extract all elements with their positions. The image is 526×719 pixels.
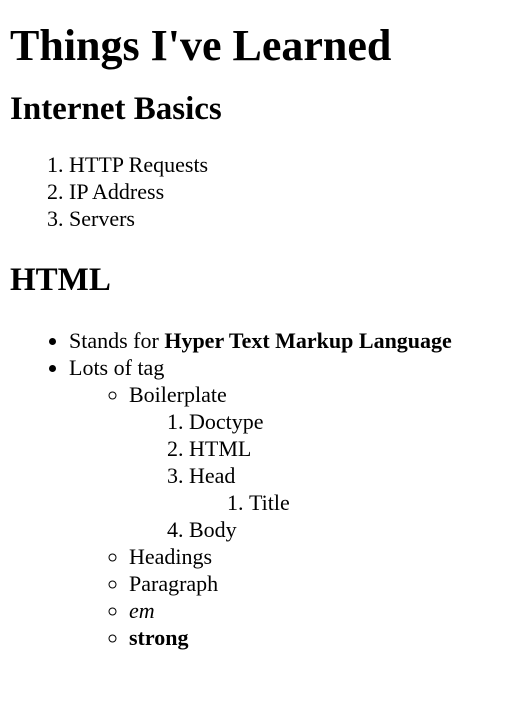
section-heading-internet-basics: Internet Basics [10, 91, 222, 127]
section-heading-html: HTML [10, 262, 111, 298]
list-item: Servers [69, 205, 516, 232]
list-item: strong [129, 624, 516, 651]
head-list: Title [189, 489, 516, 516]
list-item-text: Head [189, 463, 236, 488]
list-item-text: Boilerplate [129, 382, 227, 407]
em-text: em [129, 598, 155, 623]
boilerplate-list: Doctype HTML Head Title Body [129, 408, 516, 543]
html-list: Stands for Hyper Text Markup Language Lo… [10, 327, 516, 651]
page-title: Things I've Learned [10, 21, 392, 70]
list-item: Stands for Hyper Text Markup Language [69, 327, 516, 354]
tags-list: Boilerplate Doctype HTML Head Title Body… [69, 381, 516, 651]
internet-basics-list: HTTP Requests IP Address Servers [10, 151, 516, 232]
list-item: em [129, 597, 516, 624]
list-item: Head Title [189, 462, 516, 516]
list-item: Doctype [189, 408, 516, 435]
list-item: HTML [189, 435, 516, 462]
list-item: Title [249, 489, 516, 516]
page: Things I've Learned Internet Basics HTTP… [0, 20, 526, 651]
list-item: Boilerplate Doctype HTML Head Title Body [129, 381, 516, 543]
list-item: Lots of tag Boilerplate Doctype HTML Hea… [69, 354, 516, 651]
list-item: Headings [129, 543, 516, 570]
list-item-bold-text: Hyper Text Markup Language [164, 328, 452, 353]
list-item: Body [189, 516, 516, 543]
list-item-text: Lots of tag [69, 355, 165, 380]
list-item: Paragraph [129, 570, 516, 597]
list-item: IP Address [69, 178, 516, 205]
list-item: HTTP Requests [69, 151, 516, 178]
list-item-text: Stands for [69, 328, 165, 353]
strong-text: strong [129, 625, 189, 650]
